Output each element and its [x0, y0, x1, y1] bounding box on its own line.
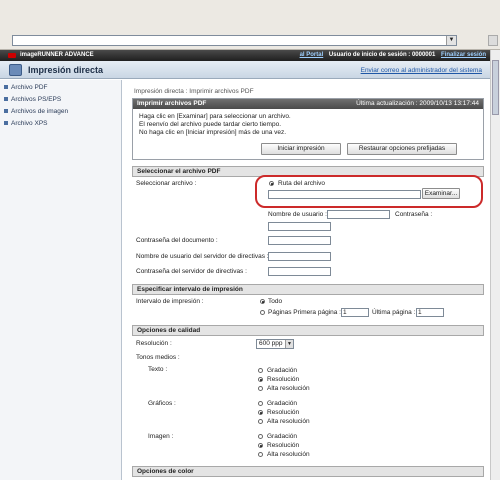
policy-password-input[interactable] — [268, 267, 331, 276]
page-range-label: Páginas Primera página : — [268, 309, 341, 316]
option-label: Alta resolución — [267, 451, 310, 458]
sidebar-item-ps-eps[interactable]: Archivos PS/EPS — [4, 96, 61, 103]
panel-title: Imprimir archivos PDF — [137, 100, 207, 107]
address-bar[interactable]: ▼ — [12, 35, 457, 46]
last-update: Última actualización : 2009/10/13 13:17:… — [356, 100, 479, 107]
portal-link[interactable]: al Portal — [300, 52, 324, 58]
graphics-label: Gráficos : — [148, 400, 176, 407]
image-high-res-radio[interactable] — [258, 452, 263, 457]
instruction-line: No haga clic en [Iniciar impresión] más … — [139, 129, 287, 136]
instruction-line: El reenvío del archivo puede tardar cier… — [139, 121, 281, 128]
doc-password-input[interactable] — [268, 236, 331, 245]
graphics-gradation-radio[interactable] — [258, 401, 263, 406]
bullet-icon — [4, 97, 8, 102]
last-page-label: Última página : — [372, 309, 416, 316]
brand-name: imageRUNNER ADVANCE — [20, 52, 94, 58]
graphics-high-res-radio[interactable] — [258, 419, 263, 424]
scrollbar-thumb[interactable] — [492, 60, 499, 115]
top-bar: imageRUNNER ADVANCE al Portal Usuario de… — [0, 50, 490, 61]
chevron-down-icon[interactable]: ▼ — [446, 36, 456, 45]
policy-password-label: Contraseña del servidor de directivas : — [136, 268, 247, 275]
policy-user-label: Nombre de usuario del servidor de direct… — [136, 253, 269, 260]
policy-user-input[interactable] — [268, 252, 331, 261]
breadcrumb: Impresión directa : Imprimir archivos PD… — [134, 88, 254, 95]
page-header: Impresión directa Enviar correo al admin… — [0, 61, 490, 79]
first-page-input[interactable]: 1 — [341, 308, 369, 317]
option-label: Gradación — [267, 367, 297, 374]
password-input[interactable] — [268, 222, 331, 231]
page-title: Impresión directa — [28, 65, 104, 75]
username-label: Nombre de usuario : — [268, 211, 327, 218]
option-label: Alta resolución — [267, 418, 310, 425]
scroll-up-button[interactable] — [488, 35, 498, 46]
page-range-radio[interactable] — [260, 310, 265, 315]
text-resolution-radio[interactable] — [258, 377, 263, 382]
option-label: Resolución — [267, 376, 300, 383]
highlight-annotation — [255, 175, 483, 208]
sidebar-item-xps[interactable]: Archivo XPS — [4, 120, 48, 127]
option-label: Alta resolución — [267, 385, 310, 392]
login-user: Usuario de inicio de sesión : 0000001 — [328, 52, 436, 58]
option-label: Resolución — [267, 409, 300, 416]
password-label: Contraseña : — [395, 211, 433, 218]
mail-admin-link[interactable]: Enviar correo al administrador del siste… — [361, 67, 482, 74]
text-high-res-radio[interactable] — [258, 386, 263, 391]
instruction-line: Haga clic en [Examinar] para seleccionar… — [139, 113, 291, 120]
browser-chrome: ▼ — [0, 0, 500, 50]
option-label: Gradación — [267, 433, 297, 440]
halftones-label: Tonos medios : — [136, 354, 180, 361]
print-range-section-header: Especificar intervalo de impresión — [132, 284, 484, 295]
restore-defaults-button[interactable]: Restaurar opciones prefijadas — [347, 143, 457, 155]
direct-print-icon — [9, 64, 22, 76]
last-page-input[interactable]: 1 — [416, 308, 444, 317]
panel-header: Imprimir archivos PDF Última actualizaci… — [133, 99, 483, 109]
doc-password-label: Contraseña del documento : — [136, 237, 218, 244]
select-file-label: Seleccionar archivo : — [136, 180, 197, 187]
resolution-select[interactable]: 600 ppp ▼ — [256, 339, 294, 349]
print-pdf-panel: Imprimir archivos PDF Última actualizaci… — [132, 98, 484, 160]
chevron-down-icon: ▼ — [285, 340, 293, 348]
image-label: Imagen : — [148, 433, 174, 440]
image-gradation-radio[interactable] — [258, 434, 263, 439]
resolution-label: Resolución : — [136, 340, 172, 347]
quality-section-header: Opciones de calidad — [132, 325, 484, 336]
page-scrollbar[interactable] — [490, 50, 500, 480]
color-section-header: Opciones de color — [132, 466, 484, 477]
bullet-icon — [4, 109, 8, 114]
sidebar: Archivo PDF Archivos PS/EPS Archivos de … — [0, 80, 122, 480]
interval-label: Intervalo de impresión : — [136, 298, 204, 305]
main-content: Impresión directa : Imprimir archivos PD… — [124, 80, 490, 480]
option-label: Gradación — [267, 400, 297, 407]
sidebar-item-image[interactable]: Archivos de imagen — [4, 108, 68, 115]
sidebar-item-pdf[interactable]: Archivo PDF — [4, 84, 47, 91]
username-input[interactable] — [327, 210, 390, 219]
bullet-icon — [4, 85, 8, 90]
start-print-button[interactable]: Iniciar impresión — [261, 143, 341, 155]
bullet-icon — [4, 121, 8, 126]
image-resolution-radio[interactable] — [258, 443, 263, 448]
graphics-resolution-radio[interactable] — [258, 410, 263, 415]
logout-link[interactable]: Finalizar sesión — [441, 52, 486, 58]
text-label: Texto : — [148, 366, 168, 373]
option-label: Resolución — [267, 442, 300, 449]
all-pages-radio[interactable] — [260, 299, 265, 304]
all-pages-label: Todo — [268, 298, 283, 305]
canon-logo-icon — [8, 53, 16, 58]
text-gradation-radio[interactable] — [258, 368, 263, 373]
